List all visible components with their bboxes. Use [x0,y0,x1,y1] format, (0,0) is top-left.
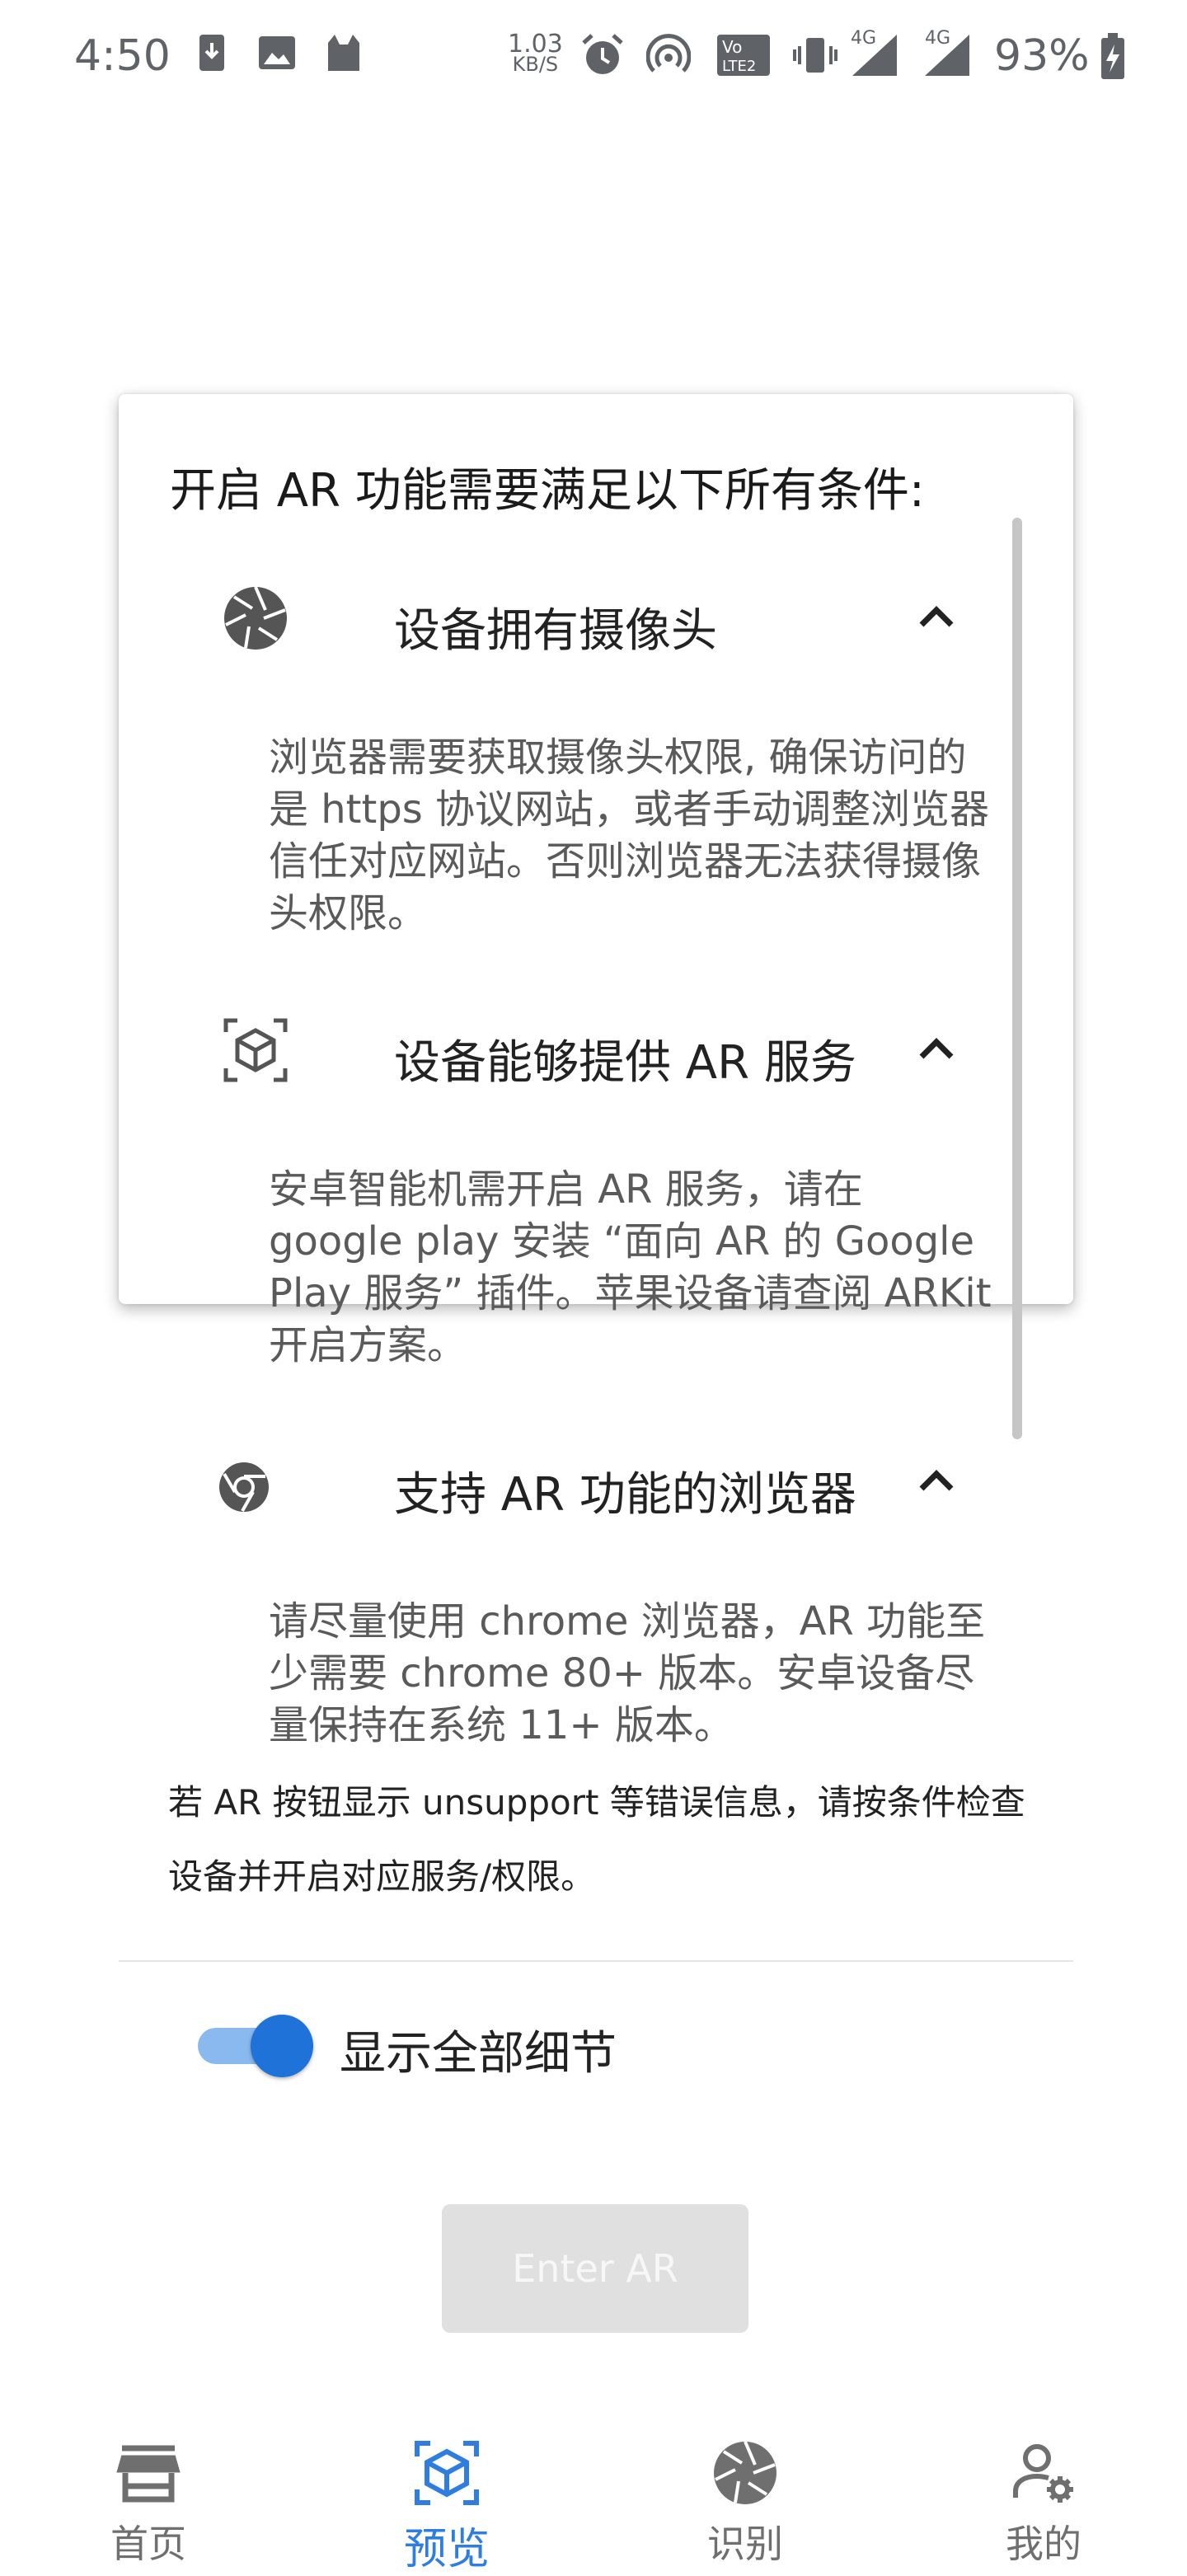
enter-ar-button[interactable]: Enter AR [442,2204,748,2333]
dialog-title: 开启 AR 功能需要满足以下所有条件: [170,464,925,518]
ar-cube-icon [223,1018,288,1082]
nav-label: 识别 [707,2522,783,2566]
vibrate-icon [793,38,837,73]
battery-percent: 93% [994,31,1090,81]
nav-item-mine[interactable]: 我的 [953,2432,1134,2572]
requirement-description: 安卓智能机需开启 AR 服务，请在 google play 安装 “面向 AR … [269,1166,992,1368]
user-settings-icon [1013,2444,1073,2503]
hotspot-icon [646,34,691,73]
chrome-icon [219,1462,269,1512]
network-speed: 1.03 KB/S [508,30,563,76]
alarm-icon [582,34,623,74]
ar-requirements-dialog: 开启 AR 功能需要满足以下所有条件: 设备拥有摄像头 浏览器需要获取摄像头权限… [119,394,1073,2081]
status-time: 4:50 [74,31,171,81]
signal-icon [925,35,969,76]
nav-label: 预览 [403,2525,490,2574]
image-icon [259,36,295,69]
nav-item-home[interactable]: 首页 [58,2432,239,2572]
ar-cube-icon [415,2441,479,2505]
requirement-title: 设备能够提供 AR 服务 [394,1036,856,1090]
signal-icon [852,35,897,76]
svg-text:LTE2: LTE2 [722,58,756,75]
divider [119,1960,1073,1962]
download-icon [199,35,224,71]
nav-label: 我的 [1006,2522,1081,2566]
toggle-label: 显示全部细节 [340,2027,617,2081]
error-note: 若 AR 按钮显示 unsupport 等错误信息，请按条件检查设备并开启对应服… [168,1782,1025,1897]
svg-text:Vo: Vo [722,37,742,57]
chevron-up-icon[interactable] [912,594,961,643]
nav-label: 首页 [110,2522,186,2566]
toggle-thumb [251,2015,313,2077]
scrollbar[interactable] [1012,518,1022,1439]
show-details-toggle[interactable] [198,2013,313,2079]
camera-aperture-icon [224,586,287,650]
requirement-description: 请尽量使用 chrome 浏览器，AR 功能至少需要 chrome 80+ 版本… [269,1598,986,1748]
nav-item-preview[interactable]: 预览 [356,2432,537,2574]
cat-app-icon [328,35,359,71]
nav-item-recognize[interactable]: 识别 [654,2432,836,2572]
chevron-up-icon[interactable] [912,1457,961,1507]
battery-charging-icon [1101,33,1124,79]
status-bar: 4:50 1.03 KB/S Vo LTE2 4G 4G 93% [0,0,1187,115]
chevron-up-icon[interactable] [912,1025,961,1075]
requirement-title: 支持 AR 功能的浏览器 [394,1468,856,1522]
requirement-description: 浏览器需要获取摄像头权限, 确保访问的是 https 协议网站，或者手动调整浏览… [269,734,990,936]
store-icon [116,2445,181,2503]
requirement-title: 设备拥有摄像头 [394,604,717,658]
camera-aperture-icon [714,2441,776,2504]
volte-icon: Vo LTE2 [717,35,770,76]
